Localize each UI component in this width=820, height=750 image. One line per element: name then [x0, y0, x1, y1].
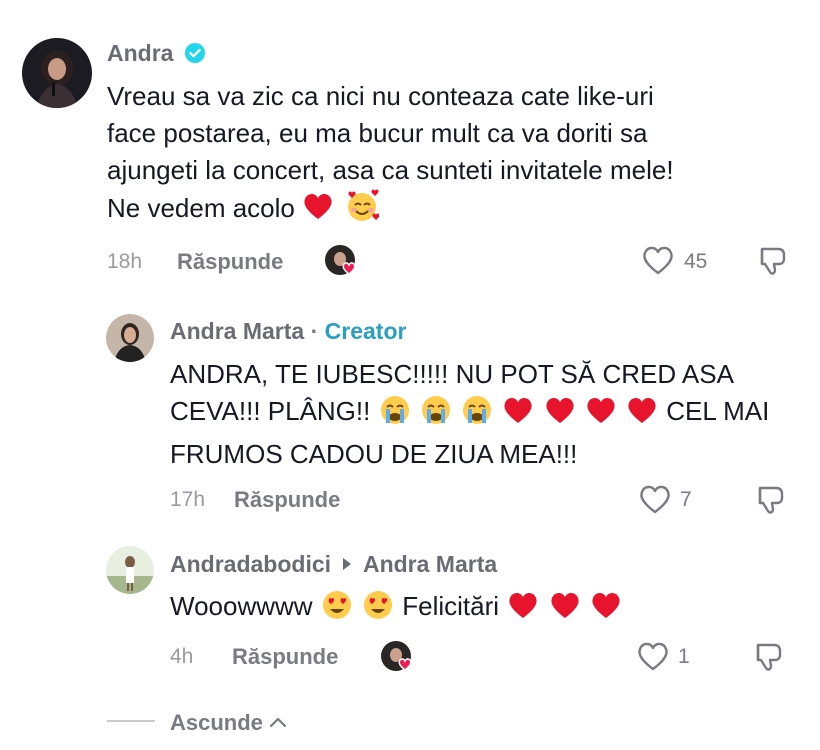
chevron-up-icon[interactable]	[269, 708, 287, 734]
comment-line: ANDRA, TE IUBESC!!!!! NU POT SĂ CRED ASA	[170, 359, 734, 389]
author-name[interactable]: Andra	[107, 40, 173, 66]
smiling-face-with-hearts-emoji-icon	[345, 189, 380, 233]
comment-line: face postarea, eu ma bucur mult ca va do…	[107, 118, 648, 148]
like-count: 45	[684, 250, 708, 273]
comment-line: Vreau sa va zic ca nici nu conteaza cate…	[107, 81, 654, 111]
red-heart-emoji-icon	[548, 590, 582, 630]
comment-text: Vreau sa va zic ca nici nu conteaza cate…	[107, 78, 807, 233]
comment-line: CEL MAI	[666, 396, 770, 426]
verified-badge-icon	[184, 42, 206, 70]
avatar-andra[interactable]	[22, 38, 92, 108]
author-name[interactable]: Andra Marta	[170, 318, 304, 344]
comment-time: 17h	[170, 488, 206, 511]
reply-arrow-icon	[341, 550, 353, 577]
like-count: 1	[678, 645, 690, 668]
crying-face-emoji-icon	[378, 394, 412, 436]
crying-face-emoji-icon	[419, 394, 453, 436]
comment-author: Andra	[107, 40, 206, 70]
comment-line: CEVA!!! PLÂNG!!	[170, 396, 371, 426]
red-heart-emoji-icon	[543, 395, 577, 435]
avatar-andradabodici[interactable]	[106, 546, 154, 594]
comment-line: FRUMOS CADOU DE ZIUA MEA!!!	[170, 439, 578, 469]
like-button[interactable]	[636, 640, 670, 677]
heart-outline-icon[interactable]	[636, 640, 670, 677]
reply-button[interactable]: Răspunde	[232, 644, 338, 670]
comment-author-row: Andradabodici Andra Marta	[170, 550, 497, 578]
separator-dot: ·	[310, 318, 319, 344]
crying-face-emoji-icon	[460, 394, 494, 436]
avatar-andra-marta[interactable]	[106, 314, 154, 362]
dislike-icon[interactable]	[752, 482, 788, 523]
creator-badge: Creator	[324, 318, 407, 344]
heart-eyes-emoji-icon	[320, 589, 354, 631]
heart-outline-icon[interactable]	[638, 483, 672, 520]
red-heart-emoji-icon	[584, 395, 618, 435]
comment-text-part: Felicitări	[402, 591, 500, 621]
like-count: 7	[680, 488, 692, 511]
comment-text: ANDRA, TE IUBESC!!!!! NU POT SĂ CRED ASA…	[170, 356, 810, 473]
red-heart-emoji-icon	[625, 395, 659, 435]
dislike-icon[interactable]	[750, 639, 786, 680]
like-button[interactable]	[641, 244, 675, 281]
red-heart-emoji-icon	[501, 395, 535, 435]
comment-time: 18h	[107, 250, 143, 273]
comment-line: Ne vedem acolo	[107, 193, 295, 223]
reply-button[interactable]: Răspunde	[234, 487, 340, 513]
comment-text: Wooowwww Felicitări	[170, 588, 790, 631]
author-name[interactable]: Andradabodici	[170, 551, 331, 577]
dislike-icon[interactable]	[754, 243, 790, 284]
red-heart-emoji-icon	[589, 590, 623, 630]
red-heart-emoji-icon	[506, 590, 540, 630]
comment-line-last: Ne vedem acolo	[107, 189, 807, 233]
collapse-label[interactable]: Ascunde	[170, 710, 263, 735]
comment-line-emoji: CEVA!!! PLÂNG!! CEL MAI	[170, 393, 810, 436]
creator-liked-avatar-icon	[380, 640, 418, 674]
collapse-divider	[107, 720, 155, 722]
reply-button[interactable]: Răspunde	[177, 249, 283, 275]
collapse-replies-button[interactable]: Ascunde	[170, 708, 287, 736]
like-button[interactable]	[638, 483, 672, 520]
comment-author-row: Andra Marta · Creator	[170, 318, 406, 345]
comment-text-part: Wooowwww	[170, 591, 313, 621]
heart-outline-icon[interactable]	[641, 244, 675, 281]
comment-time: 4h	[170, 645, 194, 668]
creator-liked-avatar-icon	[324, 244, 362, 278]
heart-eyes-emoji-icon	[361, 589, 395, 631]
reply-to-name[interactable]: Andra Marta	[363, 551, 497, 577]
red-heart-emoji-icon	[302, 191, 334, 231]
comment-line: ajungeti la concert, asa ca sunteti invi…	[107, 155, 674, 185]
